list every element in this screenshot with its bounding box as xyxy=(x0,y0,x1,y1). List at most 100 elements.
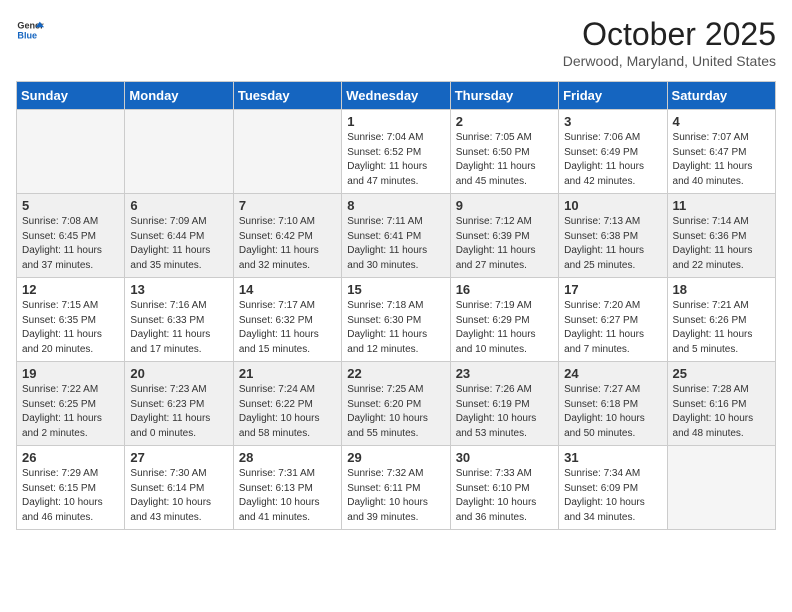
calendar-day-cell: 24 Sunrise: 7:27 AM Sunset: 6:18 PM Dayli… xyxy=(559,362,667,446)
day-number: 31 xyxy=(564,450,661,465)
day-number: 3 xyxy=(564,114,661,129)
calendar-week-row: 19 Sunrise: 7:22 AM Sunset: 6:25 PM Dayli… xyxy=(17,362,776,446)
day-number: 7 xyxy=(239,198,336,213)
calendar-day-cell: 16 Sunrise: 7:19 AM Sunset: 6:29 PM Dayli… xyxy=(450,278,558,362)
calendar-day-cell: 31Sunrise: 7:34 AM Sunset: 6:09 PM Dayli… xyxy=(559,446,667,530)
column-header-thursday: Thursday xyxy=(450,82,558,110)
calendar-day-cell: 17 Sunrise: 7:20 AM Sunset: 6:27 PM Dayli… xyxy=(559,278,667,362)
calendar-day-cell: 19 Sunrise: 7:22 AM Sunset: 6:25 PM Dayli… xyxy=(17,362,125,446)
day-info: Sunrise: 7:29 AM Sunset: 6:15 PM Dayligh… xyxy=(22,467,119,525)
calendar-day-cell: 13 Sunrise: 7:16 AM Sunset: 6:33 PM Dayli… xyxy=(125,278,233,362)
calendar-day-cell: 1Sunrise: 7:04 AM Sunset: 6:52 PM Daylig… xyxy=(342,110,450,194)
svg-text:Blue: Blue xyxy=(17,30,37,40)
calendar-day-cell: 6 Sunrise: 7:09 AM Sunset: 6:44 PM Daylig… xyxy=(125,194,233,278)
calendar-day-cell: 9 Sunrise: 7:12 AM Sunset: 6:39 PM Daylig… xyxy=(450,194,558,278)
title-area: October 2025 Derwood, Maryland, United S… xyxy=(563,16,776,69)
day-number: 14 xyxy=(239,282,336,297)
day-number: 19 xyxy=(22,366,119,381)
day-info: Sunrise: 7:19 AM Sunset: 6:29 PM Dayligh… xyxy=(456,299,553,357)
calendar-day-cell: 25 Sunrise: 7:28 AM Sunset: 6:16 PM Dayli… xyxy=(667,362,775,446)
calendar-day-cell: 20Sunrise: 7:23 AM Sunset: 6:23 PM Dayli… xyxy=(125,362,233,446)
calendar-day-cell: 29Sunrise: 7:32 AM Sunset: 6:11 PM Dayli… xyxy=(342,446,450,530)
day-number: 12 xyxy=(22,282,119,297)
day-info: Sunrise: 7:08 AM Sunset: 6:45 PM Dayligh… xyxy=(22,215,119,273)
day-number: 16 xyxy=(456,282,553,297)
day-info: Sunrise: 7:09 AM Sunset: 6:44 PM Dayligh… xyxy=(130,215,227,273)
day-number: 30 xyxy=(456,450,553,465)
calendar-day-cell: 8 Sunrise: 7:11 AM Sunset: 6:41 PM Daylig… xyxy=(342,194,450,278)
day-number: 5 xyxy=(22,198,119,213)
calendar-week-row: 1Sunrise: 7:04 AM Sunset: 6:52 PM Daylig… xyxy=(17,110,776,194)
calendar-day-cell: 11 Sunrise: 7:14 AM Sunset: 6:36 PM Dayli… xyxy=(667,194,775,278)
calendar-day-cell: 3Sunrise: 7:06 AM Sunset: 6:49 PM Daylig… xyxy=(559,110,667,194)
column-header-tuesday: Tuesday xyxy=(233,82,341,110)
day-info: Sunrise: 7:27 AM Sunset: 6:18 PM Dayligh… xyxy=(564,383,661,441)
day-number: 1 xyxy=(347,114,444,129)
calendar-week-row: 12 Sunrise: 7:15 AM Sunset: 6:35 PM Dayli… xyxy=(17,278,776,362)
day-number: 18 xyxy=(673,282,770,297)
calendar-day-cell: 10Sunrise: 7:13 AM Sunset: 6:38 PM Dayli… xyxy=(559,194,667,278)
day-number: 28 xyxy=(239,450,336,465)
day-number: 4 xyxy=(673,114,770,129)
column-header-wednesday: Wednesday xyxy=(342,82,450,110)
calendar-day-cell: 18 Sunrise: 7:21 AM Sunset: 6:26 PM Dayli… xyxy=(667,278,775,362)
day-info: Sunrise: 7:16 AM Sunset: 6:33 PM Dayligh… xyxy=(130,299,227,357)
calendar-day-cell: 12 Sunrise: 7:15 AM Sunset: 6:35 PM Dayli… xyxy=(17,278,125,362)
day-info: Sunrise: 7:22 AM Sunset: 6:25 PM Dayligh… xyxy=(22,383,119,441)
column-header-friday: Friday xyxy=(559,82,667,110)
calendar-day-cell: 2 Sunrise: 7:05 AM Sunset: 6:50 PM Daylig… xyxy=(450,110,558,194)
day-info: Sunrise: 7:24 AM Sunset: 6:22 PM Dayligh… xyxy=(239,383,336,441)
day-number: 26 xyxy=(22,450,119,465)
day-info: Sunrise: 7:12 AM Sunset: 6:39 PM Dayligh… xyxy=(456,215,553,273)
day-info: Sunrise: 7:25 AM Sunset: 6:20 PM Dayligh… xyxy=(347,383,444,441)
calendar-day-cell: 4 Sunrise: 7:07 AM Sunset: 6:47 PM Daylig… xyxy=(667,110,775,194)
day-number: 25 xyxy=(673,366,770,381)
day-number: 17 xyxy=(564,282,661,297)
calendar-table: SundayMondayTuesdayWednesdayThursdayFrid… xyxy=(16,81,776,530)
calendar-day-cell: 22Sunrise: 7:25 AM Sunset: 6:20 PM Dayli… xyxy=(342,362,450,446)
day-number: 10 xyxy=(564,198,661,213)
calendar-week-row: 5 Sunrise: 7:08 AM Sunset: 6:45 PM Daylig… xyxy=(17,194,776,278)
day-info: Sunrise: 7:11 AM Sunset: 6:41 PM Dayligh… xyxy=(347,215,444,273)
calendar-day-cell: 5 Sunrise: 7:08 AM Sunset: 6:45 PM Daylig… xyxy=(17,194,125,278)
day-info: Sunrise: 7:14 AM Sunset: 6:36 PM Dayligh… xyxy=(673,215,770,273)
day-number: 15 xyxy=(347,282,444,297)
calendar-day-cell: 23Sunrise: 7:26 AM Sunset: 6:19 PM Dayli… xyxy=(450,362,558,446)
day-info: Sunrise: 7:10 AM Sunset: 6:42 PM Dayligh… xyxy=(239,215,336,273)
column-header-monday: Monday xyxy=(125,82,233,110)
day-info: Sunrise: 7:17 AM Sunset: 6:32 PM Dayligh… xyxy=(239,299,336,357)
day-info: Sunrise: 7:05 AM Sunset: 6:50 PM Dayligh… xyxy=(456,131,553,189)
column-header-saturday: Saturday xyxy=(667,82,775,110)
day-info: Sunrise: 7:31 AM Sunset: 6:13 PM Dayligh… xyxy=(239,467,336,525)
day-number: 20 xyxy=(130,366,227,381)
month-title: October 2025 xyxy=(563,16,776,53)
day-number: 24 xyxy=(564,366,661,381)
calendar-day-cell xyxy=(125,110,233,194)
calendar-day-cell: 14 Sunrise: 7:17 AM Sunset: 6:32 PM Dayli… xyxy=(233,278,341,362)
calendar-day-cell: 21Sunrise: 7:24 AM Sunset: 6:22 PM Dayli… xyxy=(233,362,341,446)
day-info: Sunrise: 7:07 AM Sunset: 6:47 PM Dayligh… xyxy=(673,131,770,189)
day-number: 13 xyxy=(130,282,227,297)
day-number: 23 xyxy=(456,366,553,381)
calendar-day-cell xyxy=(17,110,125,194)
calendar-day-cell: 28 Sunrise: 7:31 AM Sunset: 6:13 PM Dayli… xyxy=(233,446,341,530)
day-info: Sunrise: 7:33 AM Sunset: 6:10 PM Dayligh… xyxy=(456,467,553,525)
calendar-day-cell: 27Sunrise: 7:30 AM Sunset: 6:14 PM Dayli… xyxy=(125,446,233,530)
day-info: Sunrise: 7:20 AM Sunset: 6:27 PM Dayligh… xyxy=(564,299,661,357)
day-info: Sunrise: 7:21 AM Sunset: 6:26 PM Dayligh… xyxy=(673,299,770,357)
logo: General Blue xyxy=(16,16,44,44)
calendar-header-row: SundayMondayTuesdayWednesdayThursdayFrid… xyxy=(17,82,776,110)
day-number: 2 xyxy=(456,114,553,129)
day-info: Sunrise: 7:28 AM Sunset: 6:16 PM Dayligh… xyxy=(673,383,770,441)
day-number: 6 xyxy=(130,198,227,213)
calendar-day-cell: 26 Sunrise: 7:29 AM Sunset: 6:15 PM Dayli… xyxy=(17,446,125,530)
day-number: 9 xyxy=(456,198,553,213)
day-number: 11 xyxy=(673,198,770,213)
day-info: Sunrise: 7:15 AM Sunset: 6:35 PM Dayligh… xyxy=(22,299,119,357)
calendar-day-cell: 7 Sunrise: 7:10 AM Sunset: 6:42 PM Daylig… xyxy=(233,194,341,278)
calendar-day-cell: 30 Sunrise: 7:33 AM Sunset: 6:10 PM Dayli… xyxy=(450,446,558,530)
day-info: Sunrise: 7:18 AM Sunset: 6:30 PM Dayligh… xyxy=(347,299,444,357)
day-number: 8 xyxy=(347,198,444,213)
calendar-week-row: 26 Sunrise: 7:29 AM Sunset: 6:15 PM Dayli… xyxy=(17,446,776,530)
calendar-day-cell: 15 Sunrise: 7:18 AM Sunset: 6:30 PM Dayli… xyxy=(342,278,450,362)
